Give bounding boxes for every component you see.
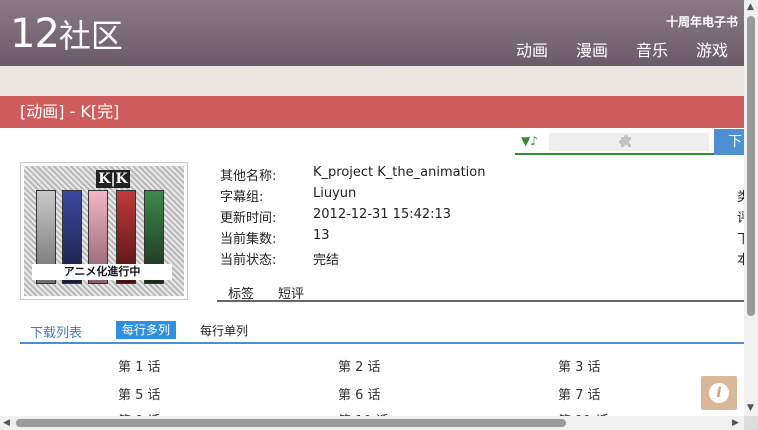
info-label-status: 当前状态: — [220, 253, 277, 268]
play-icon[interactable]: ▼♪ — [521, 134, 538, 148]
info-value-status: 完结 — [313, 253, 340, 268]
site-header: 12社区 十周年电子书 动画 漫画 音乐 游戏 — [0, 0, 744, 66]
page: 12社区 十周年电子书 动画 漫画 音乐 游戏 [动画] - K[完] ▼♪ 下… — [0, 0, 758, 430]
nav-item-game[interactable]: 游戏 — [696, 37, 728, 61]
vertical-scroll-thumb[interactable] — [747, 16, 755, 316]
ebook-link[interactable]: 十周年电子书 — [666, 13, 738, 30]
scroll-right-icon[interactable]: ▶ — [732, 418, 739, 428]
episode-link[interactable]: 第 7 话 — [558, 384, 601, 403]
info-edge-3: 下 — [737, 232, 744, 247]
download-list-header: 下载列表 每行多列 每行单列 — [20, 320, 744, 344]
info-edge-4: 本 — [737, 253, 744, 268]
info-value-subgroup[interactable]: Liuyun — [313, 186, 356, 201]
episode-link[interactable]: 第 5 话 — [118, 384, 161, 403]
info-button[interactable]: i — [701, 376, 737, 410]
multi-column-toggle[interactable]: 每行多列 — [116, 321, 177, 339]
info-value-episodes: 13 — [313, 228, 330, 243]
detail-tabs: 标签 短评 — [217, 280, 744, 302]
scroll-left-icon[interactable]: ◀ — [3, 418, 10, 428]
episode-link[interactable]: 第 3 话 — [558, 356, 601, 375]
horizontal-scroll-thumb[interactable] — [16, 419, 566, 427]
logo-number: 12 — [10, 11, 60, 57]
info-label-alt-name: 其他名称: — [220, 169, 277, 184]
info-label-subgroup: 字幕组: — [220, 190, 264, 205]
music-player[interactable]: ▼♪ — [515, 131, 715, 155]
info-label-episodes: 当前集数: — [220, 232, 277, 247]
horizontal-scrollbar[interactable]: ◀ ▶ — [0, 416, 744, 430]
episode-link[interactable]: 第 6 话 — [338, 384, 381, 403]
info-label-updated: 更新时间: — [220, 211, 277, 226]
download-list-title: 下载列表 — [30, 326, 83, 341]
logo-text: 社区 — [58, 17, 123, 55]
page-title: [动画] - K[完] — [0, 96, 744, 128]
single-column-toggle[interactable]: 每行单列 — [200, 322, 248, 339]
episode-link[interactable]: 第 1 话 — [118, 356, 161, 375]
download-button[interactable]: 下 — [714, 129, 748, 155]
info-value-updated: 2012-12-31 15:42:13 — [313, 207, 452, 222]
scroll-up-icon[interactable]: ▲ — [747, 2, 754, 12]
info-icon: i — [709, 383, 729, 403]
cover-caption: アニメ化進行中 — [32, 264, 172, 280]
info-edge-1: 类 — [737, 190, 744, 205]
header-strip — [0, 66, 744, 96]
scrollbar-corner — [744, 416, 758, 430]
episode-link[interactable]: 第 2 话 — [338, 356, 381, 375]
info-value-alt-name: K_project K_the_animation — [313, 165, 486, 180]
info-edge-2: 评 — [737, 211, 744, 226]
nav-item-manga[interactable]: 漫画 — [576, 37, 608, 61]
cover-image: K|K アニメ化進行中 — [20, 162, 188, 300]
nav-item-anime[interactable]: 动画 — [516, 37, 548, 61]
vertical-scrollbar[interactable]: ▲ ▼ — [744, 0, 758, 416]
puzzle-icon — [619, 135, 631, 147]
tab-tags[interactable]: 标签 — [228, 283, 254, 302]
nav-item-music[interactable]: 音乐 — [636, 37, 668, 61]
site-logo[interactable]: 12社区 — [10, 12, 123, 58]
cover-badge: K|K — [96, 170, 130, 188]
tab-reviews[interactable]: 短评 — [278, 283, 304, 302]
scroll-down-icon[interactable]: ▼ — [747, 403, 754, 413]
cover-art: K|K アニメ化進行中 — [24, 166, 184, 296]
